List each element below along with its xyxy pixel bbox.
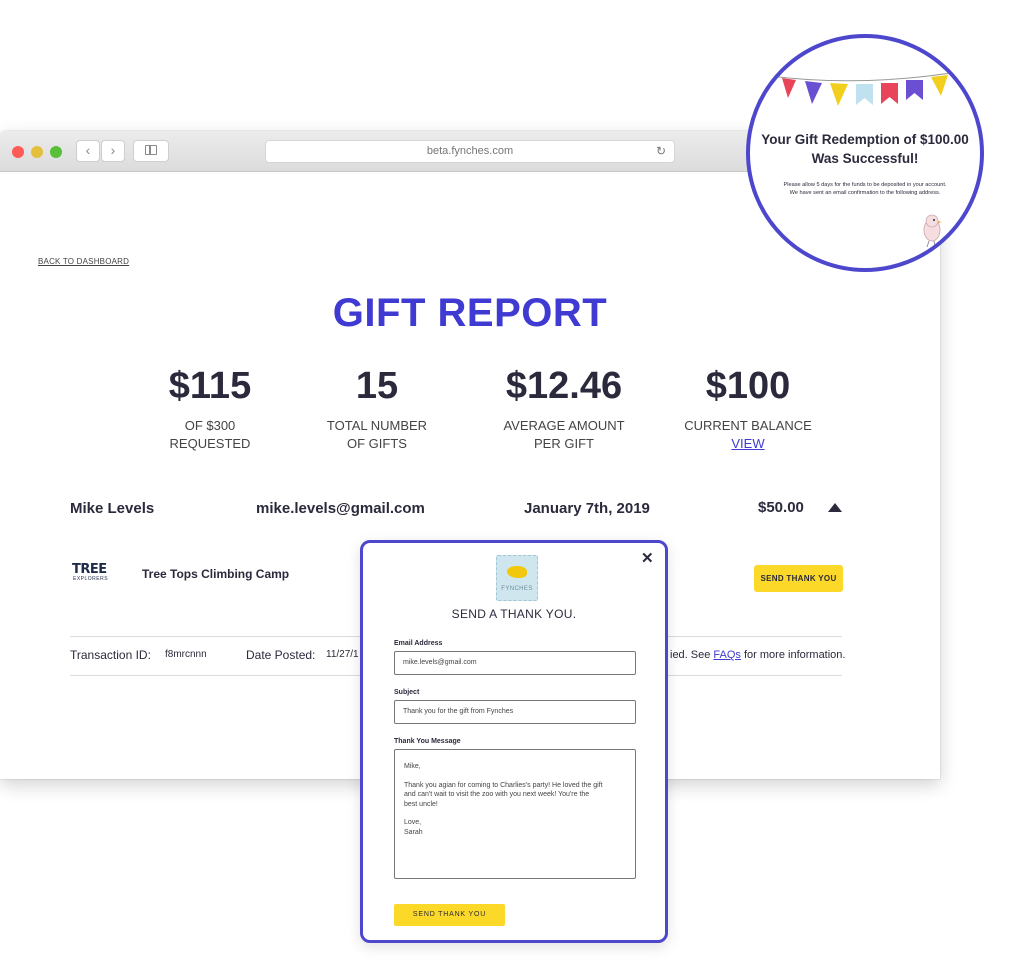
close-window-button[interactable]	[12, 146, 24, 158]
stat-label: PER GIFT	[534, 436, 594, 451]
stat-value: 15	[355, 365, 399, 407]
success-note-line: Please allow 5 days for the funds to be …	[783, 182, 947, 188]
stat-value: $115	[168, 365, 252, 407]
date-posted-label: Date Posted:	[246, 648, 316, 662]
address-bar[interactable]: beta.fynches.com ↻	[265, 140, 675, 163]
close-icon[interactable]: ✕	[641, 549, 654, 567]
date-posted-value: 11/27/1	[326, 649, 359, 660]
email-label: Email Address	[394, 640, 443, 647]
message-name: Sarah	[404, 828, 423, 836]
faq-suffix: for more information.	[740, 649, 846, 661]
success-title: Your Gift Redemption of $100.00 Was Succ…	[750, 130, 980, 168]
collapse-triangle-icon[interactable]	[828, 503, 842, 512]
maximize-window-button[interactable]	[50, 146, 62, 158]
back-arrow-icon[interactable]: ‹	[76, 140, 100, 162]
stat-label: OF $300	[184, 418, 236, 433]
stat-label: TOTAL NUMBER	[326, 418, 428, 433]
subject-field[interactable]: Thank you for the gift from Fynches	[394, 700, 636, 724]
faq-prefix: ied. See	[670, 649, 714, 661]
send-thank-you-button[interactable]: SEND THANK YOU	[754, 565, 843, 592]
message-body: Thank you agian for coming to Charlies's…	[404, 781, 603, 808]
stat-amount-requested: $115 OF $300 REQUESTED	[120, 364, 300, 453]
bird-mascot-icon	[923, 214, 942, 248]
vendor-logo: TREE EXPLORERS	[72, 558, 112, 584]
transaction-id-label: Transaction ID:	[70, 648, 151, 662]
gift-date: January 7th, 2019	[524, 500, 650, 517]
vendor-logo-text: TREE	[72, 562, 107, 577]
sidebar-icon	[145, 145, 157, 155]
success-title-line: Your Gift Redemption of $100.00	[761, 132, 969, 147]
url-text: beta.fynches.com	[426, 145, 514, 157]
transaction-id-value: f8mrcnnn	[165, 649, 207, 660]
minimize-window-button[interactable]	[31, 146, 43, 158]
subject-label: Subject	[394, 689, 420, 696]
faq-note: ied. See FAQs for more information.	[670, 649, 845, 661]
modal-title: SEND A THANK YOU.	[451, 607, 577, 621]
stat-total-gifts: 15 TOTAL NUMBER OF GIFTS	[287, 364, 467, 453]
back-to-dashboard-link[interactable]: BACK TO DASHBOARD	[38, 257, 129, 266]
send-thank-you-modal: ✕ FYNCHES SEND A THANK YOU. Email Addres…	[360, 540, 668, 943]
sidebar-toggle-button[interactable]	[133, 140, 169, 162]
view-balance-link[interactable]: VIEW	[658, 435, 838, 453]
vendor-logo-subtext: EXPLORERS	[73, 576, 109, 582]
fynches-logo: FYNCHES	[496, 555, 538, 601]
stat-average-gift: $12.46 AVERAGE AMOUNT PER GIFT	[474, 364, 654, 453]
stat-label: AVERAGE AMOUNT	[503, 418, 625, 433]
faq-link[interactable]: FAQs	[713, 649, 741, 661]
success-note-line: We have sent an email confirmation to th…	[789, 189, 941, 196]
page-title: GIFT REPORT	[332, 291, 608, 335]
message-signoff: Love,	[404, 819, 422, 826]
gift-giver-name: Mike Levels	[70, 500, 155, 517]
stat-value: $12.46	[505, 365, 623, 407]
bunting-banner-icon	[760, 69, 971, 106]
gift-giver-email: mike.levels@gmail.com	[256, 500, 425, 517]
email-field[interactable]: mike.levels@gmail.com	[394, 651, 636, 675]
forward-arrow-icon[interactable]: ›	[101, 140, 125, 162]
stat-label: REQUESTED	[169, 436, 251, 451]
reload-icon[interactable]: ↻	[656, 141, 666, 162]
vendor-name: Tree Tops Climbing Camp	[142, 567, 290, 581]
message-label: Thank You Message	[394, 738, 461, 745]
logo-brand-text: FYNCHES	[501, 586, 533, 592]
send-thank-you-submit-button[interactable]: SEND THANK YOU	[394, 904, 505, 926]
gift-amount: $50.00	[758, 499, 804, 516]
bird-icon	[507, 566, 527, 578]
success-note: Please allow 5 days for the funds to be …	[750, 182, 980, 197]
success-title-line: Was Successful!	[811, 151, 919, 166]
stat-current-balance: $100 CURRENT BALANCE VIEW	[658, 364, 838, 453]
stat-label: CURRENT BALANCE	[684, 418, 812, 433]
redemption-success-popup: Your Gift Redemption of $100.00 Was Succ…	[746, 34, 984, 272]
message-greeting: Mike,	[404, 763, 421, 770]
stat-value: $100	[705, 365, 791, 407]
message-textarea[interactable]: Mike, Thank you agian for coming to Char…	[394, 749, 636, 879]
stat-label: OF GIFTS	[347, 436, 407, 451]
